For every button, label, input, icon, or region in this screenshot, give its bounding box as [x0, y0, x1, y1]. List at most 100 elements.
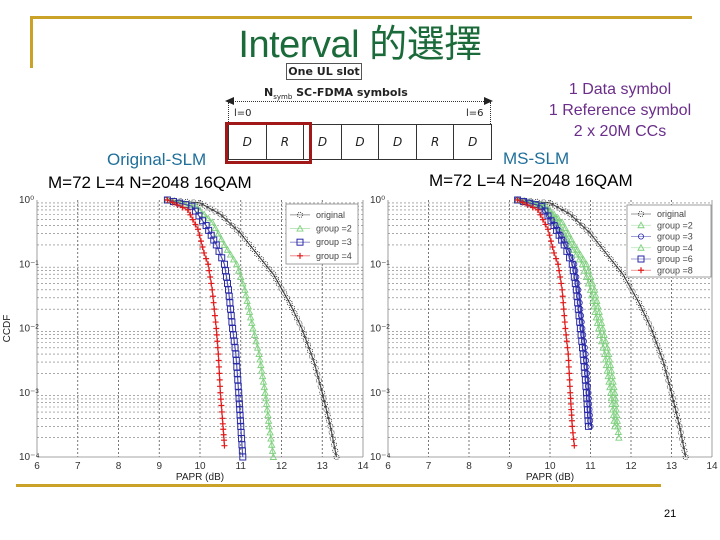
chart-original-slm: 6 7 8 9 10 11 12 13 1410⁰10⁻¹10⁻²10⁻³10⁻⁴PAPR (d…: [2, 195, 369, 483]
data-point-plus: [566, 376, 573, 383]
data-point-plus: [220, 431, 227, 438]
ccdf-plots: 6 7 8 9 10 11 12 13 1410⁰10⁻¹10⁻²10⁻³10⁻⁴PAPR (d…: [2, 195, 718, 483]
data-point-plus: [564, 344, 571, 351]
data-point-plus: [209, 286, 216, 293]
legend-entry-label: original: [316, 210, 345, 220]
data-point-plus: [549, 244, 556, 251]
data-point-plus: [558, 280, 565, 287]
data-point-plus: [563, 331, 570, 338]
data-point-plus: [211, 312, 218, 319]
series-group2: [163, 196, 278, 460]
data-point-plus: [220, 426, 227, 433]
data-point-plus: [209, 293, 216, 300]
data-point-plus: [198, 238, 205, 245]
legend-entry-label: group =2: [316, 224, 352, 234]
data-point-plus: [215, 351, 222, 358]
legend-entry-label: group =6: [657, 254, 693, 264]
data-point-plus: [568, 406, 575, 413]
legend-entry-label: group =8: [657, 265, 693, 275]
legend-entry-label: original: [657, 209, 686, 219]
y-tick-label: 10⁻⁴: [370, 452, 391, 463]
data-point-plus: [560, 306, 567, 313]
y-tick-label: 10⁰: [19, 195, 34, 206]
data-point-plus: [213, 325, 220, 332]
data-point-plus: [217, 396, 224, 403]
y-tick-label: 10⁻²: [19, 324, 39, 335]
data-point-plus: [199, 244, 206, 251]
data-point-plus: [211, 306, 218, 313]
x-axis-label: PAPR (dB): [526, 472, 574, 483]
data-point-plus: [205, 261, 212, 268]
data-point-plus: [570, 436, 577, 443]
legend-entry-label: group =3: [316, 237, 352, 247]
x-tick-label: 13: [317, 461, 329, 472]
x-tick-label: 10: [544, 461, 556, 472]
series-group4: [513, 196, 619, 430]
data-point-plus: [567, 400, 574, 407]
data-point-plus: [221, 437, 228, 444]
x-tick-label: 14: [706, 461, 718, 472]
data-point-plus: [557, 274, 564, 281]
data-point-plus: [561, 312, 568, 319]
data-point-plus: [196, 232, 203, 239]
data-point-plus: [210, 299, 217, 306]
x-tick-label: 12: [625, 461, 637, 472]
series-group3: [163, 196, 247, 461]
data-point-plus: [551, 249, 558, 256]
data-point-plus: [561, 319, 568, 326]
x-tick-label: 8: [116, 461, 122, 472]
data-point-plus: [571, 442, 578, 449]
y-tick-label: 10⁻³: [370, 388, 390, 399]
x-tick-label: 14: [357, 461, 369, 472]
data-point-plus: [568, 417, 575, 424]
y-tick-label: 10⁰: [370, 195, 385, 206]
data-point-plus: [555, 261, 562, 268]
x-tick-label: 8: [466, 461, 472, 472]
data-point-plus: [567, 395, 574, 402]
x-tick-label: 10: [194, 461, 206, 472]
data-point-plus: [568, 412, 575, 419]
data-point-plus: [565, 357, 572, 364]
data-point-plus: [216, 376, 223, 383]
x-tick-label: 11: [236, 461, 247, 472]
data-point-plus: [566, 370, 573, 377]
data-point-plus: [221, 442, 228, 449]
data-point-plus: [553, 255, 560, 262]
x-tick-label: 12: [276, 461, 288, 472]
data-point-plus: [214, 338, 221, 345]
data-point-plus: [203, 255, 210, 262]
data-point-plus: [567, 389, 574, 396]
data-point-plus: [214, 344, 221, 351]
y-tick-label: 10⁻⁴: [19, 452, 40, 463]
legend: originalgroup =2 group =3group =4group =6…: [626, 204, 712, 278]
data-point-plus: [208, 280, 215, 287]
data-point-plus: [569, 423, 576, 430]
x-tick-label: 9: [156, 461, 162, 472]
data-point-plus: [218, 402, 225, 409]
data-point-plus: [219, 420, 226, 427]
data-point-plus: [217, 389, 224, 396]
y-tick-label: 10⁻²: [370, 324, 390, 335]
data-point-plus: [207, 274, 214, 281]
series-line: [517, 199, 590, 427]
y-axis-label: CCDF: [2, 315, 13, 343]
data-point-plus: [219, 415, 226, 422]
x-tick-label: 13: [666, 461, 678, 472]
data-point-plus: [562, 325, 569, 332]
legend-entry-label: group =2: [657, 220, 693, 230]
data-point-plus: [556, 267, 563, 274]
data-point-plus: [217, 383, 224, 390]
data-point-plus: [206, 267, 213, 274]
data-point-plus: [213, 331, 220, 338]
data-point-plus: [563, 338, 570, 345]
x-axis-label: PAPR (dB): [176, 472, 224, 483]
series-group4: [164, 197, 228, 449]
data-point-plus: [212, 319, 219, 326]
legend-entry-label: group =4: [316, 251, 352, 261]
data-point-plus: [216, 370, 223, 377]
data-point-plus: [218, 408, 225, 415]
page-number: 21: [664, 508, 677, 520]
data-point-plus: [565, 351, 572, 358]
data-point-plus: [559, 286, 566, 293]
y-tick-label: 10⁻¹: [19, 259, 39, 270]
